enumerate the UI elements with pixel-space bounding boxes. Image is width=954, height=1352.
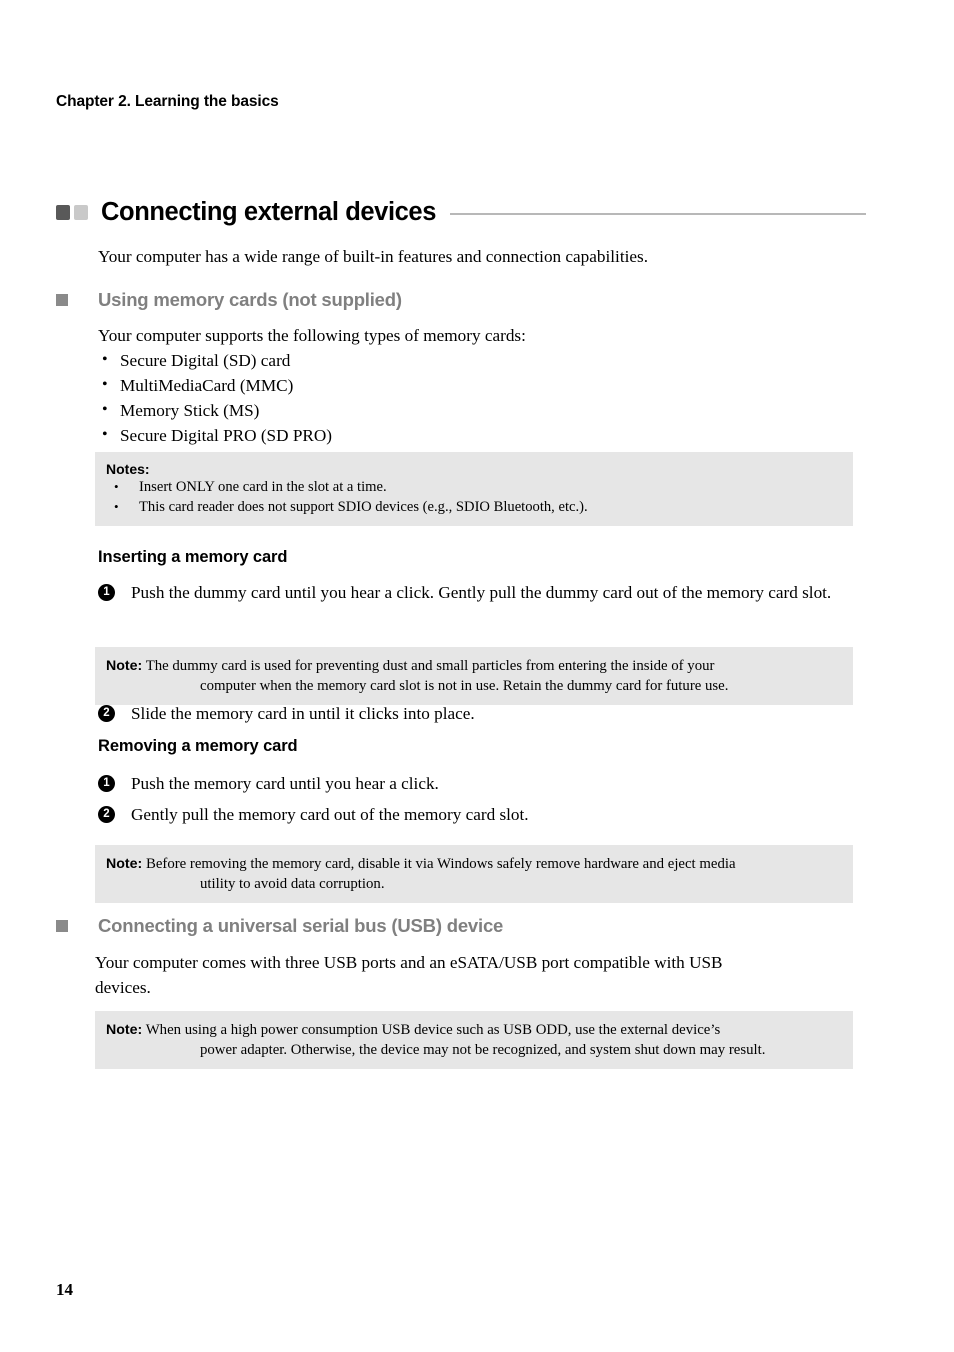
- note-label: Note:: [106, 658, 143, 674]
- section-heading-label: Using memory cards (not supplied): [98, 289, 402, 310]
- note-line-2: computer when the memory card slot is no…: [200, 678, 729, 694]
- list-item: MultiMediaCard (MMC): [98, 372, 332, 398]
- step-number-badge: 1: [98, 775, 115, 792]
- section-square-icon: [56, 294, 68, 306]
- memory-card-type-list: Secure Digital (SD) card MultiMediaCard …: [98, 347, 332, 448]
- note-line-2: power adapter. Otherwise, the device may…: [200, 1042, 766, 1058]
- title-square-light-icon: [74, 205, 88, 220]
- section-square-icon: [56, 920, 68, 932]
- step-text: Slide the memory card in until it clicks…: [131, 704, 475, 723]
- step-item: 1 Push the dummy card until you hear a c…: [98, 580, 838, 605]
- step-number-badge: 2: [98, 705, 115, 722]
- title-square-dark-icon: [56, 205, 70, 220]
- usb-body-line-2: devices.: [95, 978, 151, 997]
- section-title-row: Connecting external devices: [56, 198, 866, 227]
- note-box-dummy-card: Note: The dummy card is used for prevent…: [95, 647, 853, 705]
- section-heading-memory-cards: Using memory cards (not supplied): [56, 289, 402, 311]
- step-text: Push the memory card until you hear a cl…: [131, 774, 439, 793]
- step-item: 1 Push the memory card until you hear a …: [98, 771, 838, 796]
- notes-box-title: Notes:: [106, 461, 150, 477]
- list-item: Memory Stick (MS): [98, 397, 332, 423]
- usb-body-paragraph: Your computer comes with three USB ports…: [95, 950, 865, 1000]
- note-label: Note:: [106, 856, 143, 872]
- subheading-removing-memory-card: Removing a memory card: [98, 737, 298, 755]
- note-text: Note: When using a high power consumptio…: [106, 1020, 843, 1060]
- note-line-1: When using a high power consumption USB …: [145, 1022, 721, 1038]
- note-line-1: The dummy card is used for preventing du…: [145, 658, 715, 674]
- usb-body-line-1: Your computer comes with three USB ports…: [95, 953, 723, 972]
- intro-paragraph: Your computer has a wide range of built-…: [98, 247, 648, 266]
- note-line-2: utility to avoid data corruption.: [200, 876, 385, 892]
- step-number-badge: 1: [98, 584, 115, 601]
- note-line-1: Before removing the memory card, disable…: [145, 856, 736, 872]
- notes-box-item: Insert ONLY one card in the slot at a ti…: [106, 477, 843, 498]
- note-text: Note: The dummy card is used for prevent…: [106, 656, 843, 696]
- step-item: 2 Gently pull the memory card out of the…: [98, 802, 838, 827]
- section-heading-usb: Connecting a universal serial bus (USB) …: [56, 915, 503, 937]
- page-title: Connecting external devices: [101, 198, 436, 226]
- title-rule-divider: [449, 212, 866, 215]
- step-item: 2 Slide the memory card in until it clic…: [98, 701, 838, 726]
- note-label: Note:: [106, 1022, 143, 1038]
- page-number: 14: [56, 1280, 73, 1299]
- subheading-inserting-memory-card: Inserting a memory card: [98, 548, 288, 566]
- section-heading-label: Connecting a universal serial bus (USB) …: [98, 915, 504, 936]
- step-text: Push the dummy card until you hear a cli…: [131, 583, 832, 602]
- step-text: Gently pull the memory card out of the m…: [131, 805, 529, 824]
- memory-cards-intro: Your computer supports the following typ…: [98, 326, 526, 345]
- list-item: Secure Digital PRO (SD PRO): [98, 422, 332, 448]
- chapter-running-header: Chapter 2. Learning the basics: [56, 93, 279, 110]
- notes-box-item: This card reader does not support SDIO d…: [106, 497, 843, 518]
- list-item: Secure Digital (SD) card: [98, 347, 332, 373]
- note-box-usb-power: Note: When using a high power consumptio…: [95, 1011, 853, 1069]
- document-page: Chapter 2. Learning the basics Connectin…: [0, 0, 954, 1352]
- step-number-badge: 2: [98, 806, 115, 823]
- note-box-removing-card: Note: Before removing the memory card, d…: [95, 845, 853, 903]
- note-text: Note: Before removing the memory card, d…: [106, 854, 843, 894]
- notes-box-memory-cards: Notes: Insert ONLY one card in the slot …: [95, 452, 853, 526]
